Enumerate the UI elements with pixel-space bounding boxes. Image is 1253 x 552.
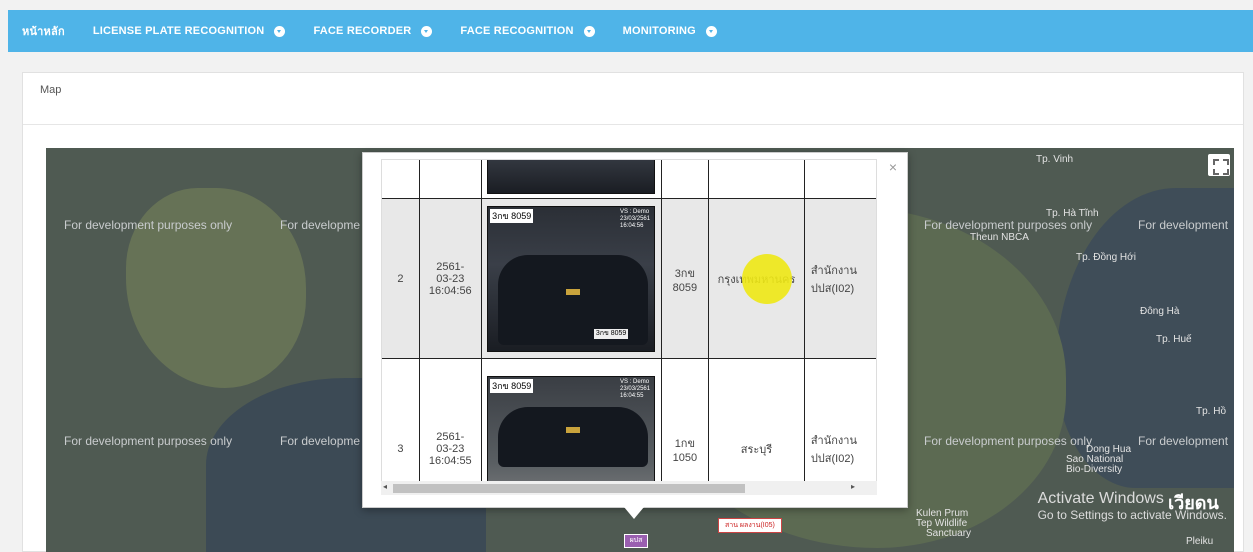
dropdown-icon (274, 25, 286, 37)
map-watermark: For developme (280, 218, 361, 232)
map-watermark: For development purposes only (924, 218, 1093, 232)
popup-scroll-area[interactable]: 2 2561- 03-23 16:04:56 3กข 8059 VS : Dem… (381, 159, 877, 495)
windows-activation-notice: Activate Windows Go to Settings to activ… (1038, 490, 1227, 522)
scroll-thumb[interactable] (393, 484, 745, 493)
map-watermark: For developme (280, 434, 361, 448)
horizontal-scrollbar[interactable]: ◂ ▸ (381, 481, 877, 495)
close-icon[interactable]: × (889, 159, 897, 175)
map-label: Tp. Đồng Hới (1076, 252, 1136, 263)
map-label: Tp. Hồ (1196, 406, 1227, 417)
map-label: Sanctuary (926, 528, 972, 539)
image-timestamp: VS : Demo 23/03/2561 16:04:55 (620, 378, 651, 399)
row-datetime: 2561- 03-23 16:04:55 (419, 358, 482, 494)
scroll-right-icon[interactable]: ▸ (851, 482, 855, 491)
vehicle-image (487, 160, 656, 194)
image-plate-overlay: 3กข 8059 (490, 378, 534, 393)
table-row (382, 160, 876, 199)
map-label: Đông Hà (1140, 306, 1180, 317)
table-row[interactable]: 2 2561- 03-23 16:04:56 3กข 8059 VS : Dem… (382, 198, 876, 359)
nav-home-label: หน้าหลัก (22, 26, 65, 38)
map-label: Tp. Huế (1156, 334, 1192, 345)
nav-face-recorder[interactable]: FACE RECORDER (313, 25, 433, 37)
fullscreen-icon[interactable] (1208, 154, 1230, 176)
car-logo (566, 288, 581, 295)
nav-label: MONITORING (622, 25, 696, 37)
map-watermark: For development purposes only (64, 434, 233, 448)
rear-plate: 3กข 8059 (594, 328, 629, 339)
map-label: Pleiku (1186, 536, 1214, 547)
map-watermark: For development (1138, 218, 1229, 232)
map-watermark: For development purposes only (924, 434, 1093, 448)
vehicle-image: 3กข 8059 VS : Demo 23/03/2561 16:04:56 3… (487, 205, 656, 352)
nav-face-recognition[interactable]: FACE RECOGNITION (460, 25, 595, 37)
activate-subtitle: Go to Settings to activate Windows. (1037, 508, 1227, 522)
nav-monitoring[interactable]: MONITORING (623, 25, 717, 37)
car-logo (566, 426, 581, 433)
nav-label: FACE RECOGNITION (460, 25, 574, 37)
scroll-left-icon[interactable]: ◂ (383, 482, 387, 491)
nav-home[interactable]: หน้าหลัก (22, 22, 65, 40)
dropdown-icon (583, 25, 595, 37)
dropdown-icon (705, 25, 717, 37)
car-body (498, 406, 649, 467)
vehicle-image: 3กข 8059 VS : Demo 23/03/2561 16:04:55 (487, 375, 656, 494)
image-plate-overlay: 3กข 8059 (490, 208, 534, 223)
info-popup: × 2 2561- 03-23 16:04:56 3กข 8059 VS : D… (362, 152, 908, 508)
map-label: Bio-Diversity (1066, 464, 1123, 475)
row-index: 3 (382, 358, 420, 494)
popup-pointer (624, 507, 644, 519)
map-watermark: For development purposes only (64, 218, 233, 232)
nav-label: FACE RECORDER (313, 25, 412, 37)
map-label: Tp. Vinh (1036, 154, 1074, 165)
cursor-highlight (742, 254, 792, 304)
row-office: สำนักงาน ปปส(I02) (804, 358, 876, 494)
dropdown-icon (421, 25, 433, 37)
map-marker[interactable]: ผปส (624, 534, 648, 548)
image-timestamp: VS : Demo 23/03/2561 16:04:56 (620, 208, 651, 229)
map-watermark: For development (1138, 434, 1229, 448)
map-label: Theun NBCA (970, 232, 1029, 243)
nav-label: LICENSE PLATE RECOGNITION (92, 25, 265, 37)
map-location-label[interactable]: สาน ผลงาน(I05) (718, 518, 782, 533)
row-plate: 3กข 8059 (661, 198, 710, 359)
row-plate: 1กข 1050 (661, 358, 710, 494)
row-office: สำนักงาน ปปส(I02) (804, 198, 876, 359)
records-table: 2 2561- 03-23 16:04:56 3กข 8059 VS : Dem… (382, 160, 876, 494)
panel-title: Map (40, 84, 62, 96)
row-datetime: 2561- 03-23 16:04:56 (419, 198, 482, 359)
panel-header: Map (23, 73, 1243, 125)
activate-title: Activate Windows (1037, 490, 1164, 507)
top-navbar: หน้าหลัก LICENSE PLATE RECOGNITION FACE … (8, 10, 1253, 52)
row-index: 2 (382, 198, 420, 359)
map-label: Tp. Hà Tĩnh (1046, 208, 1099, 219)
row-province: สระบุรี (708, 358, 805, 494)
nav-license-plate-recognition[interactable]: LICENSE PLATE RECOGNITION (93, 25, 286, 37)
table-row[interactable]: 3 2561- 03-23 16:04:55 3กข 8059 VS : Dem… (382, 358, 876, 494)
